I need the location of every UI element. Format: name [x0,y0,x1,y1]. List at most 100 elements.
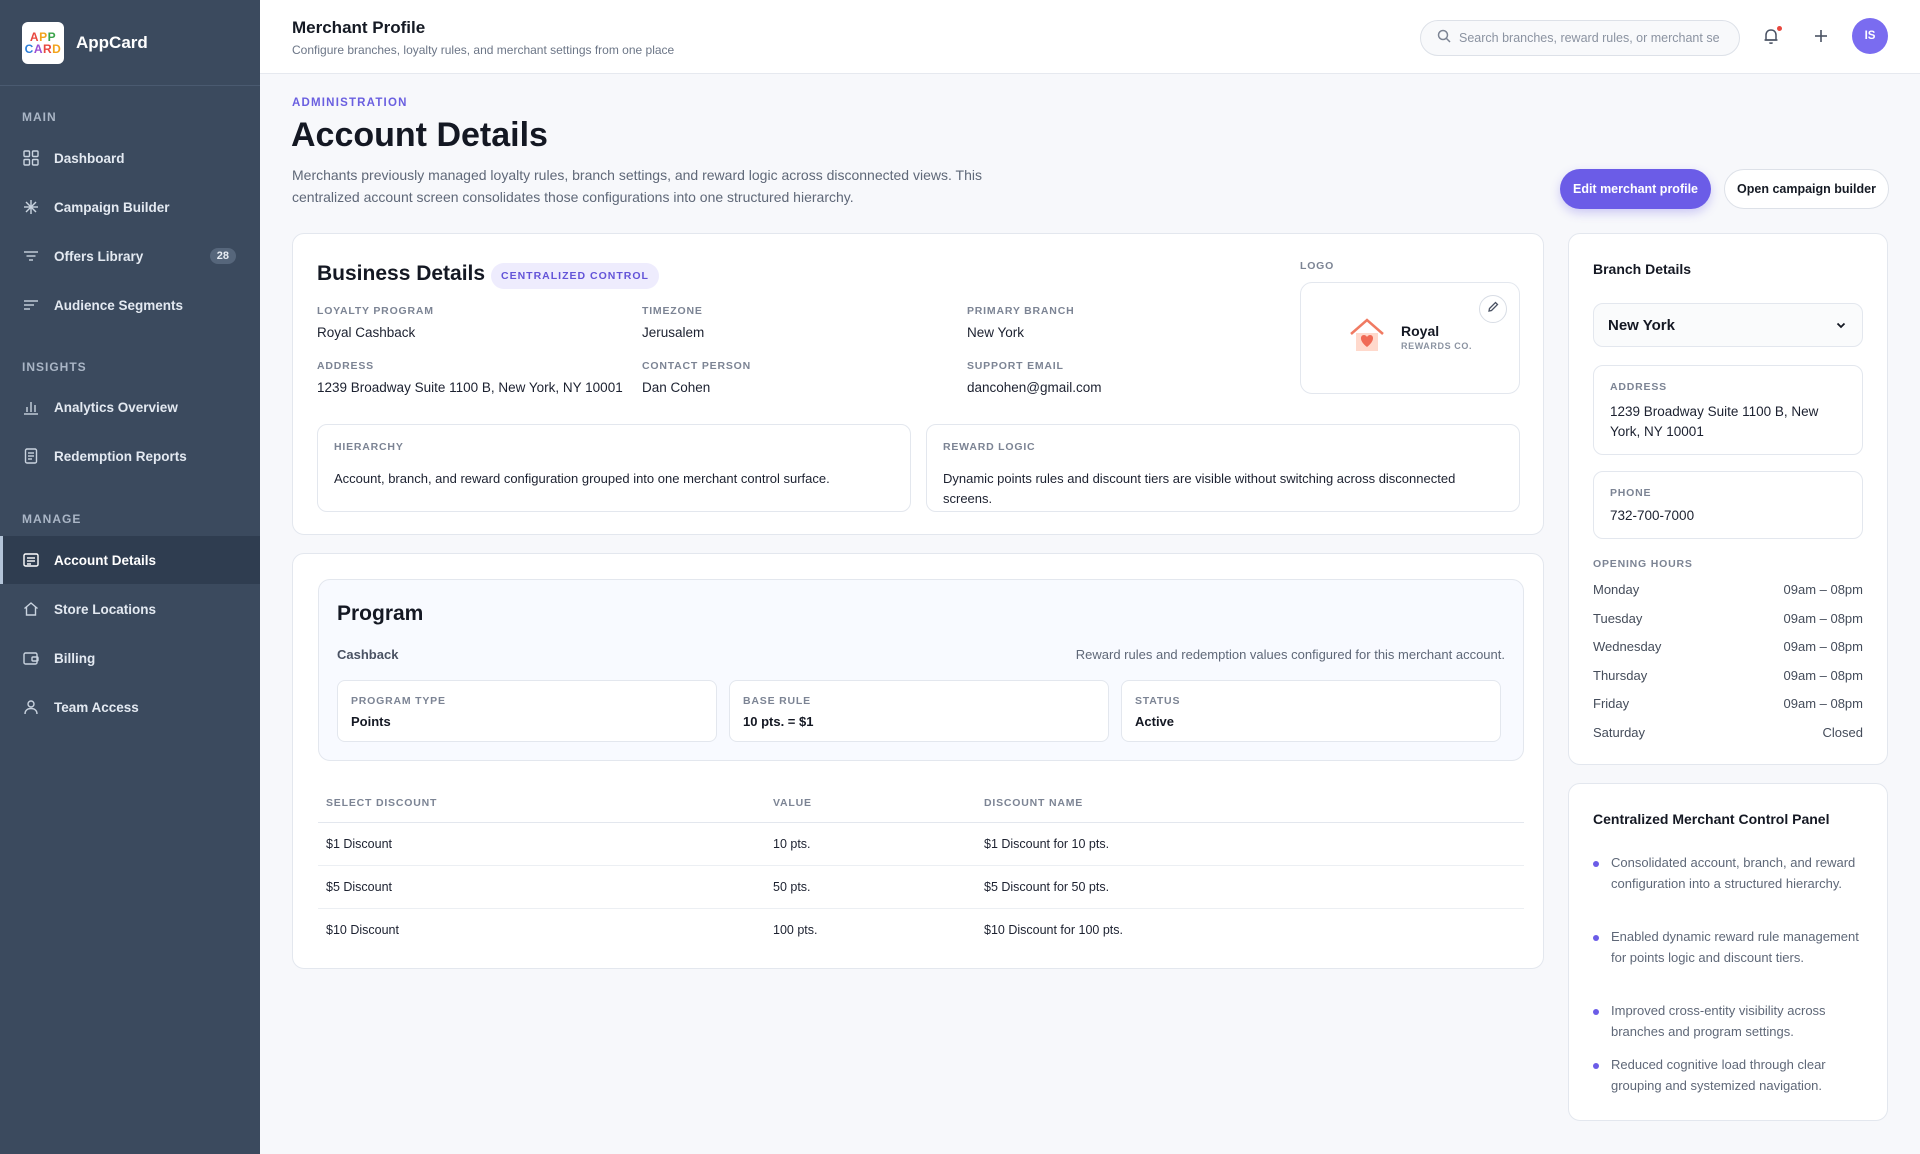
open-campaign-builder-button[interactable]: Open campaign builder [1724,169,1889,209]
page-description: Merchants previously managed loyalty rul… [292,167,982,205]
sidebar-item-billing[interactable]: Billing [0,634,260,682]
support-email-value: dancohen@gmail.com [967,380,1102,395]
sidebar-item-offers-library[interactable]: Offers Library 28 [0,232,260,280]
hours-row: Wednesday 09am – 08pm [1593,639,1863,659]
bar-chart-icon [22,398,40,416]
opening-hours-label: OPENING HOURS [1593,558,1693,570]
bullet-dot [1593,935,1599,941]
page-eyebrow: ADMINISTRATION [292,97,408,109]
grid-icon [22,149,40,167]
wallet-icon [22,649,40,667]
avatar[interactable]: IS [1852,18,1888,54]
table-row[interactable]: $10 Discount 100 pts. $10 Discount for 1… [318,908,1524,951]
contact-person-label: CONTACT PERSON [642,360,752,372]
edit-merchant-profile-button[interactable]: Edit merchant profile [1560,169,1711,209]
reward-logic-text: Dynamic points rules and discount tiers … [943,471,1456,506]
search-input[interactable] [1459,31,1729,45]
branch-address-box: ADDRESS 1239 Broadway Suite 1100 B, New … [1593,365,1863,455]
table-row[interactable]: $5 Discount 50 pts. $5 Discount for 50 p… [318,865,1524,909]
sidebar-item-audience-segments[interactable]: Audience Segments [0,281,260,329]
notification-dot [1777,26,1782,31]
hierarchy-label: HIERARCHY [334,441,404,453]
control-panel-title: Centralized Merchant Control Panel [1593,811,1830,827]
sidebar-item-label: Store Locations [54,601,157,617]
table-cell: $5 Discount [318,865,765,909]
report-icon [22,447,40,465]
sidebar-item-store-locations[interactable]: Store Locations [0,585,260,633]
day-label: Thursday [1593,668,1648,683]
nav-section-manage: MANAGE [22,512,82,526]
notifications-button[interactable] [1757,24,1785,52]
column-header: VALUE [765,784,976,823]
sidebar-item-label: Analytics Overview [54,399,178,415]
nav-section-insights: INSIGHTS [22,360,87,374]
sidebar-item-analytics-overview[interactable]: Analytics Overview [0,383,260,431]
day-label: Tuesday [1593,611,1643,626]
logo-tagline: REWARDS CO. [1401,341,1473,351]
topbar-subtitle: Configure branches, loyalty rules, and m… [292,43,675,57]
plus-icon [1813,28,1829,49]
hours-row: Thursday 09am – 08pm [1593,668,1863,688]
table-cell: $10 Discount for 100 pts. [984,922,1123,937]
day-label: Monday [1593,582,1640,597]
app-logo: APP CARD [22,21,64,64]
hours-value: 09am – 08pm [1783,582,1864,597]
user-icon [22,698,40,716]
page-title: Account Details [291,116,548,154]
bullet-dot [1593,1009,1599,1015]
sidebar-item-label: Team Access [54,699,139,715]
sparkle-icon [22,198,40,216]
sidebar-item-dashboard[interactable]: Dashboard [0,134,260,182]
base-rule-stat: BASE RULE 10 pts. = $1 [729,680,1109,742]
branch-select[interactable]: New York [1593,303,1863,347]
search-bar[interactable] [1420,20,1740,56]
nav-section-main: MAIN [22,110,57,124]
table-cell: $1 Discount [318,822,765,866]
timezone-value: Jerusalem [642,325,705,340]
logo-name: Royal [1401,323,1440,339]
chevron-down-icon [1834,318,1848,336]
table-row[interactable]: $1 Discount 10 pts. $1 Discount for 10 p… [318,822,1524,866]
bullet-dot [1593,1063,1599,1069]
sidebar-item-team-access[interactable]: Team Access [0,683,260,731]
bullet-dot [1593,861,1599,867]
bullet-text: Enabled dynamic reward rule management f… [1611,929,1859,965]
bullet-text: Reduced cognitive load through clear gro… [1611,1057,1826,1093]
table-cell: $1 Discount for 10 pts. [976,822,1524,866]
app-name: AppCard [76,32,148,52]
business-details-card: Business Details CENTRALIZED CONTROL LOY… [292,233,1544,535]
base-rule-label: BASE RULE [743,695,811,707]
sidebar-item-label: Audience Segments [54,297,184,313]
hours-row: Monday 09am – 08pm [1593,582,1863,602]
primary-branch-value: New York [967,325,1025,340]
base-rule-value: 10 pts. = $1 [743,714,814,729]
address-label: ADDRESS [317,360,374,372]
status-label: STATUS [1135,695,1181,707]
sidebar-item-account-details[interactable]: Account Details [0,536,260,584]
loyalty-program-label: LOYALTY PROGRAM [317,305,434,317]
account-icon [22,551,40,569]
pencil-icon [1487,300,1499,318]
edit-logo-button[interactable] [1479,295,1507,323]
address-value: 1239 Broadway Suite 1100 B, New York, NY… [317,380,623,395]
support-email-label: SUPPORT EMAIL [967,360,1064,372]
brand[interactable]: APP CARD AppCard [0,0,260,86]
house-heart-icon [1347,315,1387,360]
business-details-title: Business Details [317,262,486,285]
home-icon [22,600,40,618]
contact-person-value: Dan Cohen [642,380,711,395]
hierarchy-text: Account, branch, and reward configuratio… [334,471,830,486]
branch-phone-label: PHONE [1610,487,1652,499]
day-label: Friday [1593,696,1630,711]
table-cell: 50 pts. [765,865,976,909]
hours-value: 09am – 08pm [1783,696,1864,711]
sidebar-item-campaign-builder[interactable]: Campaign Builder [0,183,260,231]
add-button[interactable] [1807,24,1835,52]
bullet-text: Improved cross-entity visibility across … [1611,1003,1826,1039]
branch-address-label: ADDRESS [1610,381,1667,393]
sidebar-item-redemption-reports[interactable]: Redemption Reports [0,432,260,480]
column-header: DISCOUNT NAME [976,784,1524,823]
topbar-title: Merchant Profile [292,18,426,37]
status-value: Active [1135,714,1175,729]
column-header: SELECT DISCOUNT [318,784,765,823]
